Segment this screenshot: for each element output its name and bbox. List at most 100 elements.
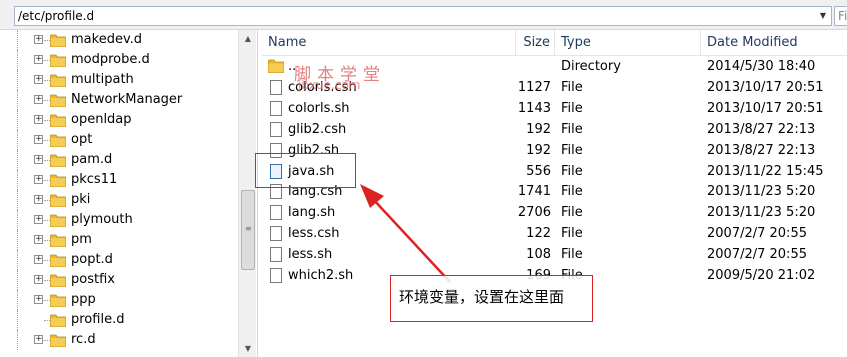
tree-item[interactable]: + postfix (0, 270, 238, 290)
expand-icon[interactable]: + (34, 335, 43, 344)
file-row[interactable]: lang.sh 2706 File 2013/11/23 5:20 (262, 202, 847, 223)
expand-icon[interactable]: + (34, 135, 43, 144)
expand-icon[interactable]: + (34, 295, 43, 304)
tree-item[interactable]: profile.d (0, 310, 238, 330)
file-icon (270, 268, 282, 283)
column-header-type[interactable]: Type (555, 30, 701, 56)
file-type: File (561, 184, 583, 200)
file-date: 2013/10/17 20:51 (707, 79, 824, 95)
column-header-date[interactable]: Date Modified (701, 30, 847, 56)
tree-item[interactable]: + rc.d (0, 330, 238, 350)
tree-item[interactable]: + opt (0, 130, 238, 150)
expand-icon[interactable]: + (34, 215, 43, 224)
expand-icon[interactable]: + (34, 55, 43, 64)
file-row[interactable]: glib2.csh 192 File 2013/8/27 22:13 (262, 119, 847, 140)
file-icon (270, 247, 282, 263)
file-date: 2007/2/7 20:55 (707, 226, 807, 242)
tree-item-label: pkcs11 (71, 172, 118, 187)
file-size: 192 (526, 121, 551, 137)
file-row[interactable]: less.csh 122 File 2007/2/7 20:55 (262, 223, 847, 244)
file-type: File (561, 121, 583, 137)
file-date: 2013/11/23 5:20 (707, 184, 816, 200)
folder-icon (267, 59, 285, 74)
tree-item[interactable]: + makedev.d (0, 30, 238, 50)
folder-icon (49, 33, 67, 48)
scroll-down-arrow-icon[interactable]: ▼ (239, 340, 257, 357)
folder-icon (49, 133, 67, 148)
tree-connector (17, 230, 18, 250)
file-row[interactable]: less.sh 108 File 2007/2/7 20:55 (262, 244, 847, 265)
file-name: colorls.sh (288, 100, 350, 116)
expand-icon[interactable]: + (34, 235, 43, 244)
file-type: File (561, 163, 583, 179)
expand-icon[interactable]: + (34, 255, 43, 264)
column-header-size[interactable]: Size (516, 30, 555, 56)
list-header: Name Size Type Date Modified (262, 30, 847, 56)
scroll-thumb[interactable]: ≡ (241, 190, 255, 270)
file-icon (270, 226, 282, 242)
tree-item-label: opt (71, 132, 93, 147)
expand-icon[interactable]: + (34, 175, 43, 184)
tree-connector (17, 150, 18, 170)
file-type: File (561, 247, 583, 263)
tree-item-label: modprobe.d (71, 52, 150, 67)
folder-icon (49, 313, 67, 328)
file-name: less.csh (288, 226, 340, 242)
file-size: 192 (526, 142, 551, 158)
tree-item[interactable]: + ppp (0, 290, 238, 310)
scroll-up-arrow-icon[interactable]: ▲ (239, 30, 257, 47)
tree-item[interactable]: + pki (0, 190, 238, 210)
folder-icon (49, 333, 67, 348)
file-row[interactable]: colorls.sh 1143 File 2013/10/17 20:51 (262, 98, 847, 119)
tree-item-label: popt.d (71, 252, 113, 267)
tree-item[interactable]: + pm (0, 230, 238, 250)
tree-item-label: rc.d (71, 332, 96, 347)
tree-connector (17, 90, 18, 110)
tree-item[interactable]: + modprobe.d (0, 50, 238, 70)
tree-item[interactable]: + plymouth (0, 210, 238, 230)
tree-scrollbar[interactable]: ▲ ≡ ▼ (238, 30, 256, 357)
expand-icon[interactable]: + (34, 115, 43, 124)
tree-item[interactable]: + pam.d (0, 150, 238, 170)
tree-item[interactable]: + openldap (0, 110, 238, 130)
file-date: 2014/5/30 18:40 (707, 59, 816, 74)
folder-icon (49, 273, 67, 288)
expand-icon[interactable]: + (34, 75, 43, 84)
directory-tree: + makedev.d + modprobe.d + multipath + NetworkM… (0, 30, 258, 357)
tree-item-label: NetworkManager (71, 92, 183, 107)
file-icon (270, 121, 282, 137)
expand-icon[interactable]: + (34, 155, 43, 164)
file-row[interactable]: .. Directory 2014/5/30 18:40 (262, 56, 847, 77)
tree-item[interactable]: + pkcs11 (0, 170, 238, 190)
tree-connector (17, 250, 18, 270)
file-size: 2706 (517, 205, 551, 221)
file-size: 122 (526, 226, 551, 242)
path-dropdown-icon[interactable]: ▼ (815, 7, 831, 25)
expand-icon[interactable]: + (34, 195, 43, 204)
folder-icon (49, 293, 67, 308)
expand-icon[interactable]: + (34, 95, 43, 104)
expand-icon[interactable]: + (34, 35, 43, 44)
tree-item-label: profile.d (71, 312, 125, 327)
column-header-name[interactable]: Name (262, 30, 516, 56)
tree-item[interactable]: + multipath (0, 70, 238, 90)
file-type: Directory (561, 59, 621, 74)
tree-connector (17, 130, 18, 150)
filter-input[interactable]: Fi (834, 6, 847, 26)
tree-item[interactable]: + popt.d (0, 250, 238, 270)
file-size: 1127 (517, 79, 551, 95)
path-bar: /etc/profile.d ▼ Fi (0, 0, 847, 30)
file-size: 108 (526, 247, 551, 263)
tree-item-label: multipath (71, 72, 134, 87)
file-size: 556 (526, 163, 551, 179)
tree-item[interactable]: + NetworkManager (0, 90, 238, 110)
folder-icon (49, 233, 67, 248)
path-input[interactable]: /etc/profile.d (14, 6, 832, 26)
file-name: colorls.csh (288, 79, 357, 95)
tree-connector (17, 110, 18, 130)
tree-item-label: openldap (71, 112, 132, 127)
folder-icon (49, 253, 67, 268)
file-row[interactable]: colorls.csh 1127 File 2013/10/17 20:51 (262, 77, 847, 98)
expand-icon[interactable]: + (34, 275, 43, 284)
highlight-box (255, 153, 356, 188)
